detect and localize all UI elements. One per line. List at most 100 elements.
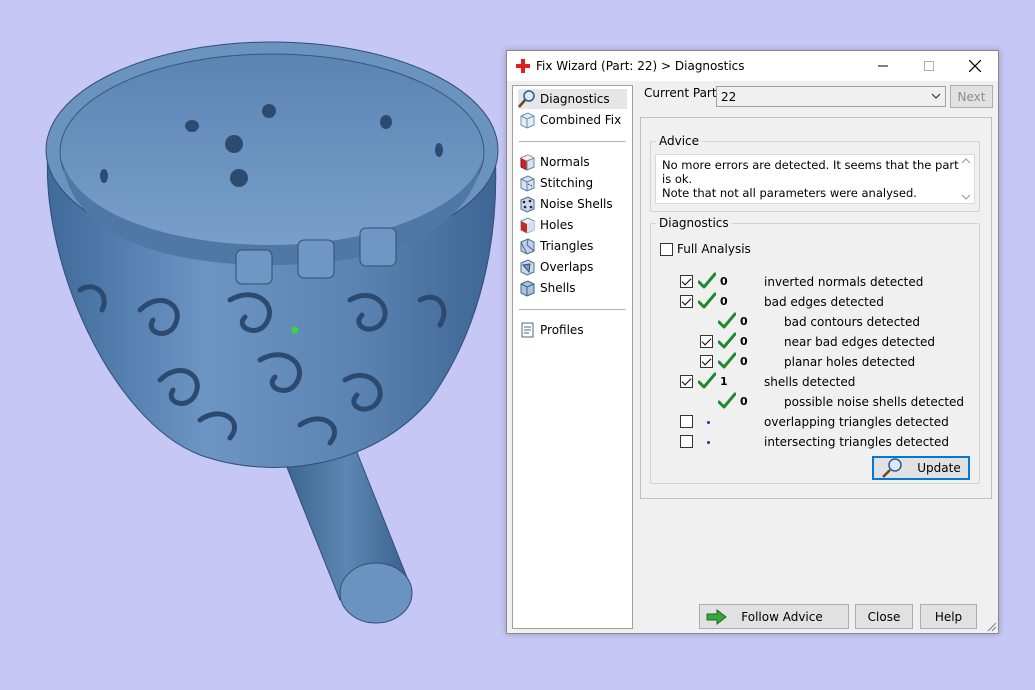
window-title: Fix Wizard (Part: 22) > Diagnostics	[536, 59, 745, 73]
diagnostic-checkbox[interactable]	[680, 295, 693, 308]
diagnostic-label: overlapping triangles detected	[764, 415, 949, 429]
sidebar-item-diagnostics[interactable]: Diagnostics	[518, 89, 627, 109]
diagnostic-count: 0	[720, 295, 728, 308]
current-part-label: Current Part:	[644, 86, 721, 100]
pending-dot-icon	[707, 441, 710, 444]
sidebar-divider	[519, 309, 626, 310]
sidebar-label-stitching: Stitching	[540, 176, 594, 190]
shells-icon	[518, 279, 536, 297]
advice-legend: Advice	[659, 134, 700, 148]
diagnostic-label: possible noise shells detected	[784, 395, 965, 409]
resize-grip-icon[interactable]	[987, 622, 997, 632]
current-part-value: 22	[721, 90, 737, 104]
fix-wizard-dialog: Fix Wizard (Part: 22) > Diagnostics Diag…	[506, 50, 999, 634]
sidebar-item-stitching[interactable]: Stitching	[518, 173, 627, 193]
minimize-button[interactable]	[860, 51, 906, 81]
sidebar-item-combined-fix[interactable]: Combined Fix	[518, 110, 627, 130]
sidebar-label-overlaps: Overlaps	[540, 260, 594, 274]
close-button-label: Close	[867, 609, 901, 624]
combined-fix-icon	[518, 111, 536, 129]
advice-scrollbar[interactable]	[958, 155, 974, 203]
diagnostics-panel: Advice No more errors are detected. It s…	[640, 117, 992, 499]
green-check-icon	[717, 312, 737, 330]
diagnostic-label: inverted normals detected	[764, 275, 924, 289]
advice-line-1: No more errors are detected. It seems th…	[662, 158, 959, 186]
minimize-icon	[878, 65, 888, 67]
update-button-label: Update	[917, 461, 961, 475]
diagnostic-label: intersecting triangles detected	[764, 435, 949, 449]
diagnostic-count: 1	[720, 375, 728, 388]
green-check-icon	[717, 332, 737, 350]
update-button[interactable]: Update	[872, 456, 970, 480]
fix-sidebar: Diagnostics Combined Fix Normals Stitchi…	[512, 85, 633, 629]
profiles-icon	[518, 321, 536, 339]
sidebar-label-normals: Normals	[540, 155, 590, 169]
sidebar-item-normals[interactable]: Normals	[518, 152, 627, 172]
sidebar-label-noise-shells: Noise Shells	[540, 197, 613, 211]
bowl-model[interactable]	[0, 0, 505, 690]
green-check-icon	[697, 372, 717, 390]
magnifier-icon	[518, 90, 536, 108]
maximize-icon	[924, 61, 934, 71]
next-button-label: Next	[957, 89, 986, 104]
green-check-icon	[717, 392, 737, 410]
normals-cube-icon	[518, 153, 536, 171]
advice-group: Advice No more errors are detected. It s…	[650, 134, 980, 212]
diagnostic-label: shells detected	[764, 375, 856, 389]
green-check-icon	[717, 352, 737, 370]
sidebar-divider	[519, 141, 626, 142]
noise-shells-icon	[518, 195, 536, 213]
advice-line-2: Note that not all parameters were analys…	[662, 186, 917, 200]
diagnostic-count: 0	[740, 315, 748, 328]
maximize-button[interactable]	[906, 51, 952, 81]
3d-viewport[interactable]	[0, 0, 505, 690]
stitching-icon	[518, 174, 536, 192]
diagnostic-label: bad contours detected	[784, 315, 920, 329]
sidebar-item-holes[interactable]: Holes	[518, 215, 627, 235]
sidebar-item-profiles[interactable]: Profiles	[518, 320, 627, 340]
sidebar-label-shells: Shells	[540, 281, 576, 295]
diagnostic-count: 0	[740, 335, 748, 348]
green-arrow-icon	[706, 609, 727, 625]
triangles-icon	[518, 237, 536, 255]
red-cross-icon	[516, 59, 530, 73]
diagnostics-group: Diagnostics Full Analysis 0 inverted norm…	[650, 216, 980, 484]
magnifier-icon	[882, 458, 903, 478]
help-button-label: Help	[934, 609, 963, 624]
sidebar-item-triangles[interactable]: Triangles	[518, 236, 627, 256]
close-button[interactable]: Close	[855, 604, 913, 629]
holes-icon	[518, 216, 536, 234]
sidebar-item-noise-shells[interactable]: Noise Shells	[518, 194, 627, 214]
diagnostic-checkbox[interactable]	[680, 275, 693, 288]
sidebar-item-overlaps[interactable]: Overlaps	[518, 257, 627, 277]
pending-dot-icon	[707, 421, 710, 424]
advice-text-box[interactable]: No more errors are detected. It seems th…	[655, 154, 975, 204]
full-analysis-checkbox[interactable]	[660, 243, 673, 256]
follow-advice-button[interactable]: Follow Advice	[699, 604, 849, 629]
close-icon	[969, 60, 981, 72]
diagnostic-checkbox[interactable]	[680, 435, 693, 448]
follow-advice-label: Follow Advice	[741, 609, 823, 624]
diagnostics-legend: Diagnostics	[659, 216, 729, 230]
full-analysis-label: Full Analysis	[677, 242, 751, 256]
diagnostic-checkbox[interactable]	[700, 335, 713, 348]
sidebar-label-holes: Holes	[540, 218, 574, 232]
diagnostic-count: 0	[740, 395, 748, 408]
green-check-icon	[697, 272, 717, 290]
sidebar-item-shells[interactable]: Shells	[518, 278, 627, 298]
next-button[interactable]: Next	[950, 85, 993, 108]
diagnostic-label: bad edges detected	[764, 295, 884, 309]
help-button[interactable]: Help	[920, 604, 977, 629]
diagnostic-checkbox[interactable]	[700, 355, 713, 368]
diagnostic-label: planar holes detected	[784, 355, 916, 369]
diagnostic-checkbox[interactable]	[680, 375, 693, 388]
diagnostic-count: 0	[740, 355, 748, 368]
overlaps-icon	[518, 258, 536, 276]
diagnostic-checkbox[interactable]	[680, 415, 693, 428]
diagnostics-list: Full Analysis 0 inverted normals detected…	[651, 230, 979, 480]
title-bar[interactable]: Fix Wizard (Part: 22) > Diagnostics	[507, 51, 998, 81]
current-part-select[interactable]: 22	[716, 86, 946, 107]
close-window-button[interactable]	[952, 51, 998, 81]
diagnostic-label: near bad edges detected	[784, 335, 935, 349]
sidebar-label-triangles: Triangles	[540, 239, 594, 253]
